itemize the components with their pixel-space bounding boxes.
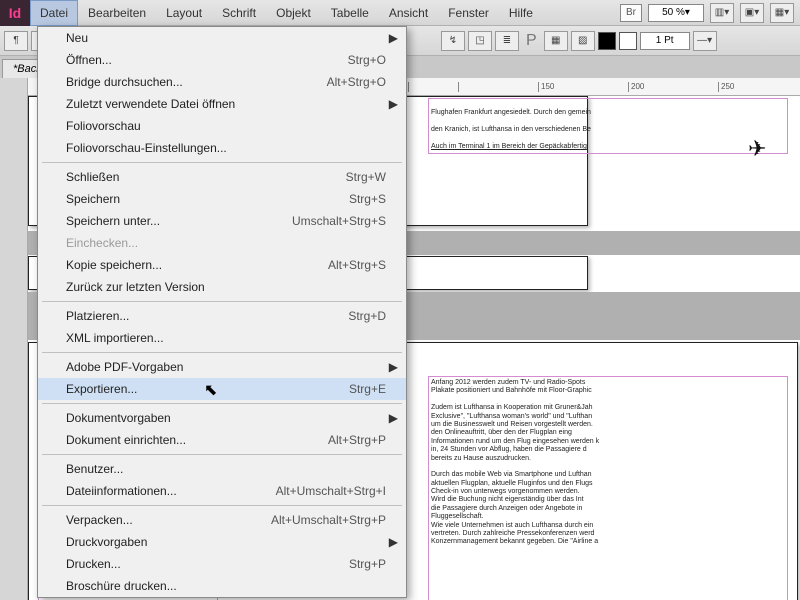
menu-item-neu[interactable]: Neu▶ xyxy=(38,27,406,49)
menu-schrift[interactable]: Schrift xyxy=(212,0,266,26)
placeholder-p-icon: P xyxy=(522,32,541,50)
menu-item-xml-importieren[interactable]: XML importieren... xyxy=(38,327,406,349)
menu-item-foliovorschau[interactable]: Foliovorschau xyxy=(38,115,406,137)
menu-item-bridge-durchsuchen[interactable]: Bridge durchsuchen...Alt+Strg+O xyxy=(38,71,406,93)
menu-item-foliovorschau-einstellungen[interactable]: Foliovorschau-Einstellungen... xyxy=(38,137,406,159)
submenu-arrow-icon: ▶ xyxy=(389,360,398,374)
menu-item-kopie-speichern[interactable]: Kopie speichern...Alt+Strg+S xyxy=(38,254,406,276)
menu-item-dokumentvorgaben[interactable]: Dokumentvorgaben▶ xyxy=(38,407,406,429)
menu-item-platzieren[interactable]: Platzieren...Strg+D xyxy=(38,305,406,327)
menu-item-ffnen[interactable]: Öffnen...Strg+O xyxy=(38,49,406,71)
file-menu-dropdown: Neu▶Öffnen...Strg+OBridge durchsuchen...… xyxy=(37,26,407,598)
arrange-docs-icon[interactable]: ▦▾ xyxy=(770,3,794,23)
app-icon-indesign: Id xyxy=(0,0,30,26)
stroke-weight[interactable]: 1 Pt xyxy=(640,32,690,50)
tools-panel[interactable] xyxy=(0,78,28,600)
text-frame[interactable]: Flughafen Frankfurt angesiedelt. Durch d… xyxy=(428,98,788,154)
corners-icon[interactable]: ◳ xyxy=(468,31,492,51)
menu-objekt[interactable]: Objekt xyxy=(266,0,321,26)
menu-item-verpacken[interactable]: Verpacken...Alt+Umschalt+Strg+P xyxy=(38,509,406,531)
menu-item-drucken[interactable]: Drucken...Strg+P xyxy=(38,553,406,575)
menu-layout[interactable]: Layout xyxy=(156,0,212,26)
stroke-style-icon[interactable]: ―▾ xyxy=(693,31,717,51)
path-tool-icon[interactable]: ↯ xyxy=(441,31,465,51)
menu-item-speichern[interactable]: SpeichernStrg+S xyxy=(38,188,406,210)
menu-fenster[interactable]: Fenster xyxy=(438,0,499,26)
menubar: Id DateiBearbeitenLayoutSchriftObjektTab… xyxy=(0,0,800,26)
menu-datei[interactable]: Datei xyxy=(30,0,78,26)
menu-item-zuletzt-verwendete-datei-ffnen[interactable]: Zuletzt verwendete Datei öffnen▶ xyxy=(38,93,406,115)
menu-ansicht[interactable]: Ansicht xyxy=(379,0,438,26)
submenu-arrow-icon: ▶ xyxy=(389,97,398,111)
menu-item-adobe-pdf-vorgaben[interactable]: Adobe PDF-Vorgaben▶ xyxy=(38,356,406,378)
submenu-arrow-icon: ▶ xyxy=(389,411,398,425)
cursor-icon: ⬉ xyxy=(204,380,217,400)
submenu-arrow-icon: ▶ xyxy=(389,535,398,549)
menu-item-schlie-en[interactable]: SchließenStrg+W xyxy=(38,166,406,188)
workspace-switcher[interactable]: Br xyxy=(620,4,642,22)
fill-swatch[interactable] xyxy=(598,32,616,50)
stroke-swatch[interactable] xyxy=(619,32,637,50)
view-options-icon[interactable]: ▥▾ xyxy=(710,3,734,23)
airplane-icon: ✈ xyxy=(748,136,766,162)
menu-item-einchecken: Einchecken... xyxy=(38,232,406,254)
menu-bearbeiten[interactable]: Bearbeiten xyxy=(78,0,156,26)
effects-stroke-icon[interactable]: ▨ xyxy=(571,31,595,51)
effects-fill-icon[interactable]: ▦ xyxy=(544,31,568,51)
menu-item-druckvorgaben[interactable]: Druckvorgaben▶ xyxy=(38,531,406,553)
menu-tabelle[interactable]: Tabelle xyxy=(321,0,379,26)
paragraph-format-icon[interactable]: ¶ xyxy=(4,31,28,51)
menu-item-zur-ck-zur-letzten-version[interactable]: Zurück zur letzten Version xyxy=(38,276,406,298)
zoom-level[interactable]: 50 % ▾ xyxy=(648,4,704,22)
toolbar-right: Br 50 % ▾ ▥▾ ▣▾ ▦▾ xyxy=(620,3,800,23)
menu-item-dateiinformationen[interactable]: Dateiinformationen...Alt+Umschalt+Strg+I xyxy=(38,480,406,502)
menu-item-benutzer[interactable]: Benutzer... xyxy=(38,458,406,480)
text-wrap-icon[interactable]: ≣ xyxy=(495,31,519,51)
menu-item-exportieren[interactable]: Exportieren...Strg+E⬉ xyxy=(38,378,406,400)
menu-item-brosch-re-drucken[interactable]: Broschüre drucken... xyxy=(38,575,406,597)
menu-item-dokument-einrichten[interactable]: Dokument einrichten...Alt+Strg+P xyxy=(38,429,406,451)
screen-mode-icon[interactable]: ▣▾ xyxy=(740,3,764,23)
menu-hilfe[interactable]: Hilfe xyxy=(499,0,543,26)
text-frame[interactable]: Anfang 2012 werden zudem TV- und Radio-S… xyxy=(428,376,788,600)
submenu-arrow-icon: ▶ xyxy=(389,31,398,45)
menu-item-speichern-unter[interactable]: Speichern unter...Umschalt+Strg+S xyxy=(38,210,406,232)
